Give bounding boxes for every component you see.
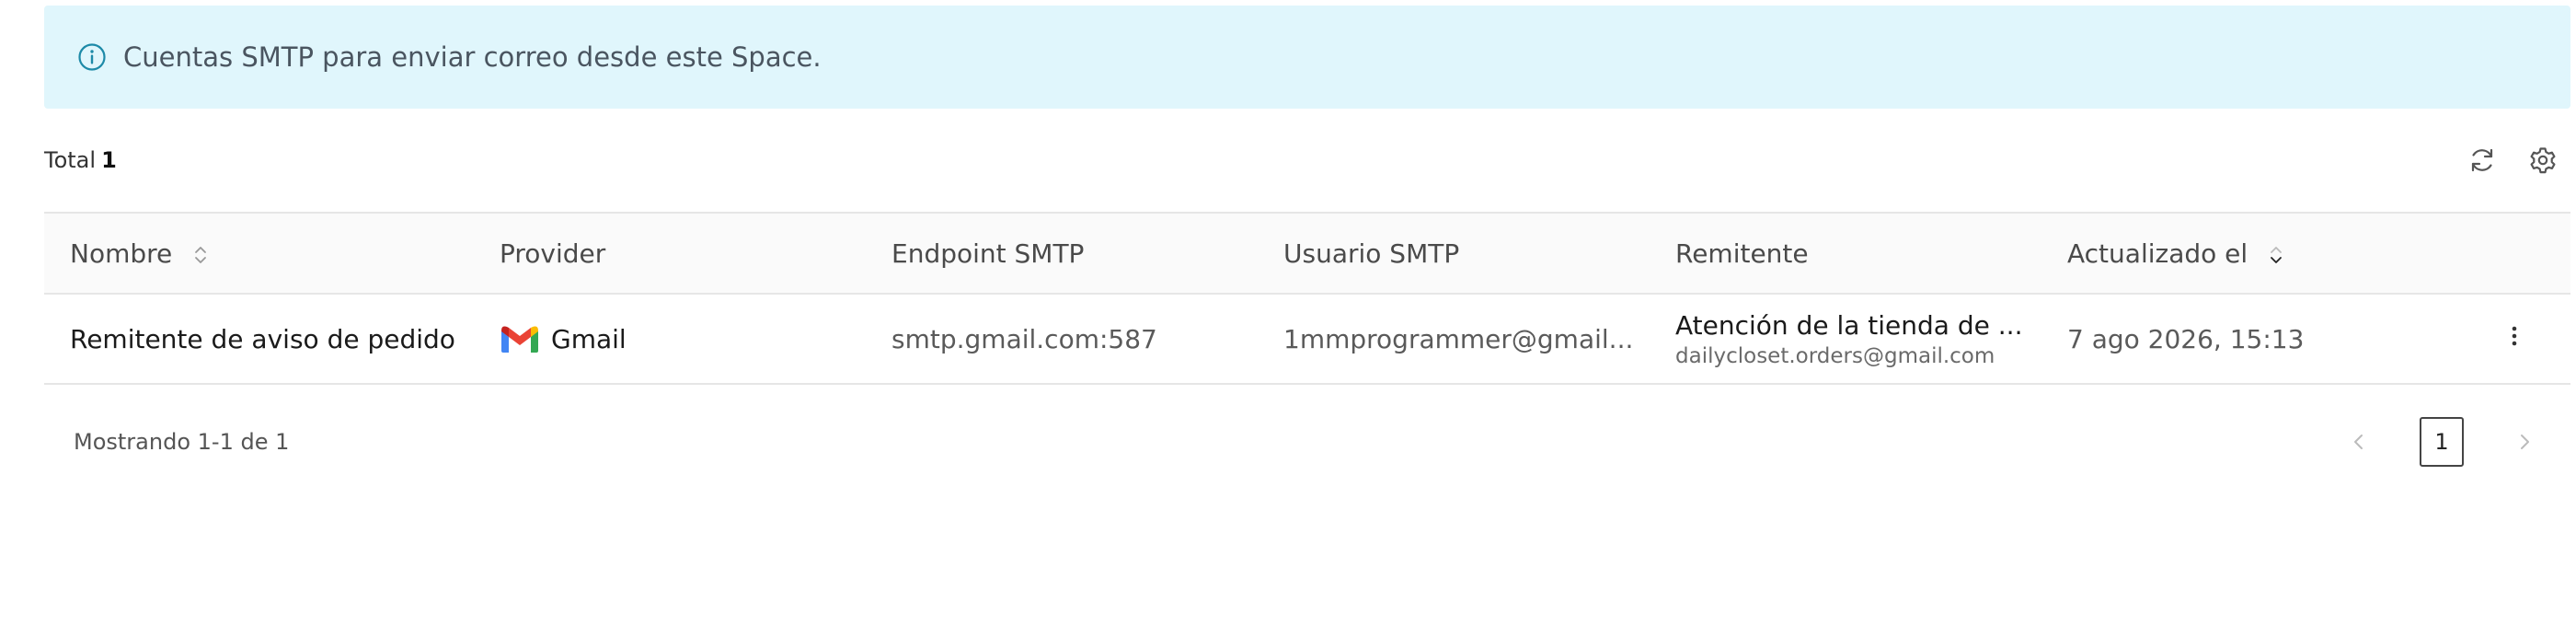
column-header-updated[interactable]: Actualizado el [2041,212,2465,295]
cell-updated: 7 ago 2026, 15:13 [2041,294,2465,385]
page-button-1[interactable]: 1 [2420,417,2464,467]
column-header-endpoint: Endpoint SMTP [866,212,1258,295]
chevron-right-icon[interactable] [2515,429,2534,455]
info-icon [77,42,107,72]
info-banner-text: Cuentas SMTP para enviar correo desde es… [123,41,822,73]
table-row[interactable]: Remitente de aviso de pedido Gmail smtp.… [44,294,2570,385]
column-header-sender: Remitente [1650,212,2041,295]
sort-descending-icon[interactable] [2269,243,2283,267]
pagination-summary: Mostrando 1-1 de 1 [74,429,290,455]
pagination: 1 [2350,417,2534,467]
cell-user: 1mmprogrammer@gmail... [1258,294,1650,385]
sort-icon[interactable] [193,243,208,267]
total-label: Total [44,147,97,173]
gear-icon[interactable] [2528,145,2558,175]
total-value: 1 [101,147,117,173]
gmail-icon [500,323,540,354]
table-footer: Mostrando 1-1 de 1 1 [44,385,2570,499]
total-count: Total 1 [44,147,117,173]
toolbar-actions [2467,145,2558,175]
table-header-row: Nombre Provider Endpoint SMTP Usuario SM… [44,212,2570,295]
cell-endpoint: smtp.gmail.com:587 [866,294,1258,385]
column-header-provider: Provider [474,212,866,295]
refresh-icon[interactable] [2467,145,2497,175]
column-header-name[interactable]: Nombre [44,212,474,295]
more-vertical-icon[interactable] [2509,321,2520,351]
provider-name: Gmail [551,323,627,354]
table-toolbar: Total 1 [44,109,2570,212]
info-banner: Cuentas SMTP para enviar correo desde es… [44,6,2570,109]
cell-actions [2465,294,2570,385]
cell-provider: Gmail [474,294,866,385]
column-header-user: Usuario SMTP [1258,212,1650,295]
smtp-accounts-table: Nombre Provider Endpoint SMTP Usuario SM… [44,212,2570,385]
cell-sender: Atención de la tienda de ... dailycloset… [1650,294,2041,385]
sender-email: dailycloset.orders@gmail.com [1675,343,1995,368]
smtp-accounts-panel: Cuentas SMTP para enviar correo desde es… [44,6,2570,499]
sender-name: Atención de la tienda de ... [1675,309,2023,341]
column-header-actions [2465,212,2570,295]
chevron-left-icon[interactable] [2350,429,2368,455]
cell-name: Remitente de aviso de pedido [44,294,474,385]
